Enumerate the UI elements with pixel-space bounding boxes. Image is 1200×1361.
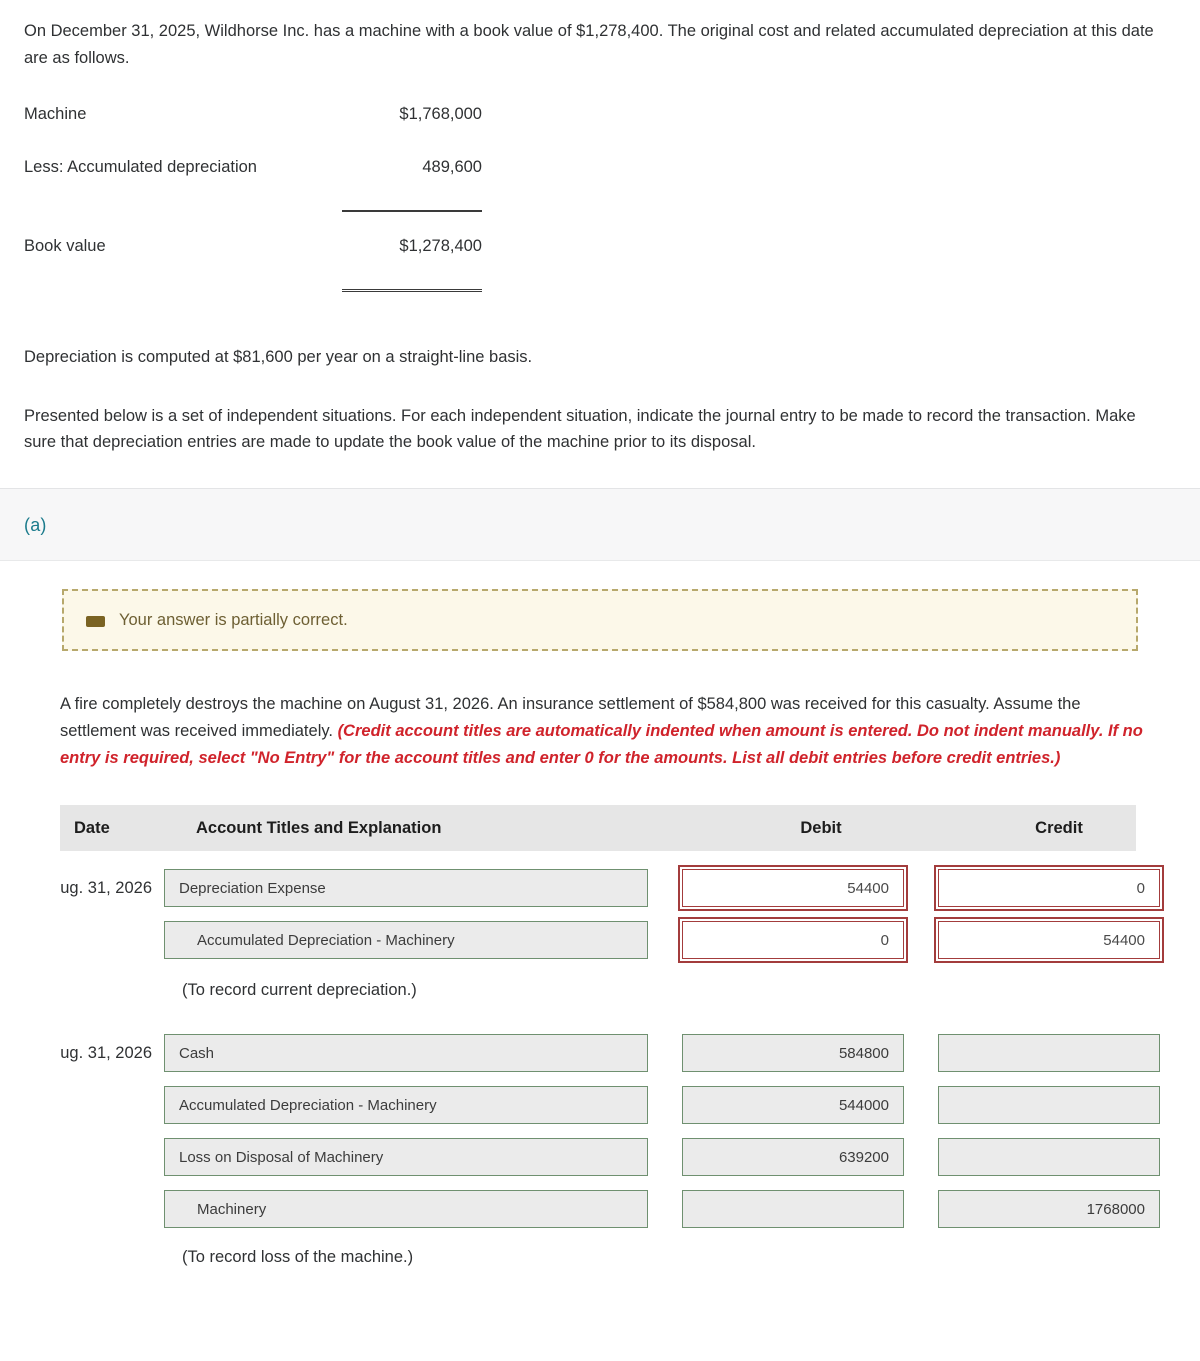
table-row: Accumulated Depreciation - Machinery 0 5…: [24, 917, 1164, 964]
entry-date-1: ug. 31, 2026: [60, 878, 152, 897]
journal-entry-table: Date Account Titles and Explanation Debi…: [24, 805, 1176, 1267]
table-row: Book value $1,278,400: [24, 237, 482, 292]
bv-label-machine: Machine: [24, 105, 87, 124]
minus-square-icon: [86, 615, 105, 627]
debit-input-4[interactable]: 544000: [682, 1086, 904, 1125]
part-a-band: (a): [0, 489, 1200, 562]
table-spacer-row: [24, 211, 482, 237]
problem-intro-text: On December 31, 2025, Wildhorse Inc. has…: [24, 22, 1154, 67]
table-row: ug. 31, 2026 Cash 584800: [24, 1034, 1160, 1073]
table-row: Loss on Disposal of Machinery 639200: [24, 1138, 1160, 1177]
bv-amount-machine: $1,768,000: [399, 105, 482, 124]
table-row: Machinery 1768000: [24, 1190, 1160, 1229]
credit-input-5[interactable]: [938, 1138, 1160, 1177]
bv-label-accumulated-depreciation: Less: Accumulated depreciation: [24, 158, 257, 177]
debit-input-2[interactable]: 0: [678, 917, 908, 964]
debit-input-5[interactable]: 639200: [682, 1138, 904, 1177]
bv-amount-accumulated-depreciation: 489,600: [342, 158, 482, 213]
problem-statement-block: On December 31, 2025, Wildhorse Inc. has…: [0, 0, 1200, 489]
credit-input-2[interactable]: 54400: [934, 917, 1164, 964]
journal-table-header: Date Account Titles and Explanation Debi…: [60, 805, 1136, 852]
column-header-date: Date: [74, 818, 110, 837]
credit-input-6[interactable]: 1768000: [938, 1190, 1160, 1229]
credit-input-4[interactable]: [938, 1086, 1160, 1125]
table-row: Less: Accumulated depreciation 489,600: [24, 158, 482, 213]
credit-input-3[interactable]: [938, 1034, 1160, 1073]
column-header-credit: Credit: [1035, 818, 1083, 837]
book-value-table: Machine $1,768,000 Less: Accumulated dep…: [24, 105, 482, 292]
account-title-input-6[interactable]: Machinery: [164, 1190, 648, 1229]
bv-amount-book-value: $1,278,400: [342, 237, 482, 292]
debit-input-3[interactable]: 584800: [682, 1034, 904, 1073]
question-body: Your answer is partially correct. A fire…: [0, 589, 1200, 1288]
account-title-input-2[interactable]: Accumulated Depreciation - Machinery: [164, 921, 648, 960]
entry-memo-2: (To record loss of the machine.): [182, 1248, 414, 1267]
journal-table-body: ug. 31, 2026 Depreciation Expense 54400 …: [24, 865, 1176, 1267]
table-row: Machine $1,768,000: [24, 105, 482, 158]
debit-input-1[interactable]: 54400: [678, 865, 908, 912]
debit-input-6[interactable]: [682, 1190, 904, 1229]
table-row: ug. 31, 2026 Depreciation Expense 54400 …: [24, 865, 1164, 912]
problem-instructions-text: Presented below is a set of independent …: [24, 406, 1136, 452]
column-header-account: Account Titles and Explanation: [196, 818, 442, 837]
entry-date-3: ug. 31, 2026: [60, 1043, 152, 1062]
account-title-input-4[interactable]: Accumulated Depreciation - Machinery: [164, 1086, 648, 1125]
scenario-text: A fire completely destroys the machine o…: [60, 691, 1152, 771]
entry-memo-1: (To record current depreciation.): [182, 981, 417, 1000]
partial-correct-alert: Your answer is partially correct.: [62, 589, 1138, 652]
account-title-input-5[interactable]: Loss on Disposal of Machinery: [164, 1138, 648, 1177]
credit-input-1[interactable]: 0: [934, 865, 1164, 912]
account-title-input-1[interactable]: Depreciation Expense: [164, 869, 648, 908]
account-title-input-3[interactable]: Cash: [164, 1034, 648, 1073]
bv-label-book-value: Book value: [24, 237, 106, 256]
part-letter-label: (a): [24, 515, 47, 536]
depreciation-note-text: Depreciation is computed at $81,600 per …: [24, 347, 533, 366]
alert-message: Your answer is partially correct.: [119, 610, 348, 629]
table-row: Accumulated Depreciation - Machinery 544…: [24, 1086, 1160, 1125]
column-header-debit: Debit: [800, 818, 842, 837]
